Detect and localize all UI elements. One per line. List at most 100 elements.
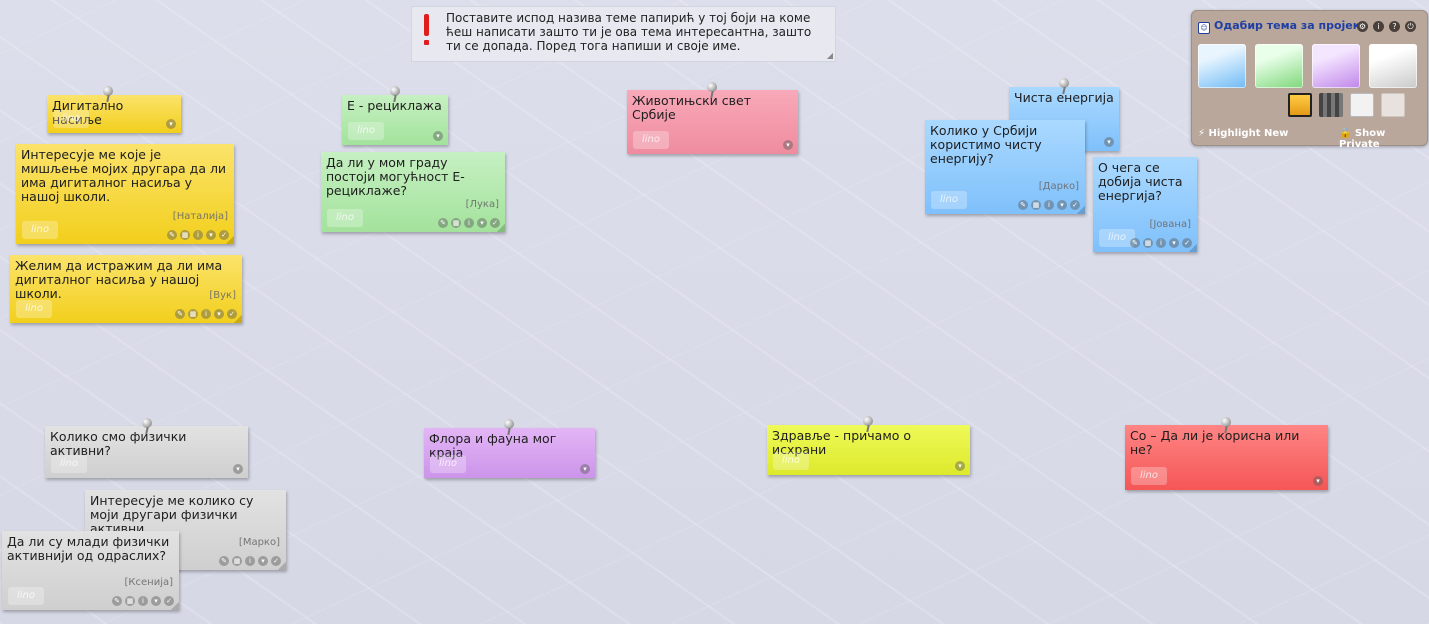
lino-logo-icon: lino	[348, 122, 384, 140]
menu-icon[interactable]: ▾	[477, 218, 487, 228]
resize-corner[interactable]	[226, 236, 234, 244]
info-icon[interactable]: i	[1044, 200, 1054, 210]
green-sticky-swatch[interactable]	[1255, 44, 1303, 88]
note-text: Колико смо физички активни?	[50, 429, 187, 458]
menu-icon[interactable]: ▾	[1057, 200, 1067, 210]
edit-icon[interactable]: ✎	[175, 309, 185, 319]
highlight-new-toggle[interactable]: ⚡ Highlight New	[1198, 128, 1288, 139]
exclamation-icon	[422, 14, 430, 48]
panel-header: ☺ Одабир тема за пројека	[1198, 19, 1368, 34]
sticky-palette-panel[interactable]: ☺ Одабир тема за пројека ⚙ i ? ⏻ ⚡ Highli…	[1191, 10, 1428, 150]
show-private-toggle[interactable]: 🔒 Show Private	[1339, 128, 1427, 150]
info-icon[interactable]: i	[245, 556, 255, 566]
comment-note[interactable]: Колико у Србији користимо чисту енергију…	[925, 120, 1085, 214]
resize-corner[interactable]	[497, 224, 505, 232]
info-icon[interactable]: i	[193, 230, 203, 240]
topic-note-health[interactable]: Здравље - причамо о исхрани lino ▾	[767, 425, 970, 475]
topic-note-flora-fauna[interactable]: Флора и фауна мог краја lino ▾	[424, 428, 595, 478]
info-icon[interactable]: i	[464, 218, 474, 228]
note-text: О чега се добија чиста енергија?	[1098, 160, 1183, 203]
edit-icon[interactable]: ✎	[112, 596, 122, 606]
image-tool-icon[interactable]	[1288, 93, 1312, 117]
instruction-note[interactable]: Поставите испод назива теме папирић у то…	[411, 6, 836, 62]
settings-icon[interactable]: ⚙	[1357, 21, 1368, 32]
pin-icon	[389, 86, 401, 102]
info-icon[interactable]: i	[138, 596, 148, 606]
menu-icon[interactable]: ▾	[1169, 238, 1179, 248]
note-author: [Наталија]	[172, 211, 228, 222]
resize-corner[interactable]	[171, 602, 179, 610]
note-author: [Ксенија]	[124, 577, 174, 588]
topic-note-e-recycling[interactable]: Е - рециклажа lino ▾	[342, 95, 448, 145]
resize-grip-icon[interactable]: ◢	[827, 51, 833, 60]
transparent-note-tool-icon[interactable]	[1381, 93, 1405, 117]
board-smiley-icon[interactable]: ☺	[1198, 22, 1210, 34]
note-text: Желим да истражим да ли има дигиталног н…	[15, 258, 223, 301]
attachment-tool-icon[interactable]	[1350, 93, 1374, 117]
menu-icon[interactable]: ▾	[1104, 137, 1114, 147]
grid-icon[interactable]: ▦	[1031, 200, 1041, 210]
resize-corner[interactable]	[278, 562, 286, 570]
note-author: [Дарко]	[1038, 181, 1079, 192]
lino-logo-icon: lino	[931, 191, 967, 209]
note-text: Колико у Србији користимо чисту енергију…	[930, 123, 1042, 166]
instruction-text: Поставите испод назива теме папирић у то…	[446, 11, 812, 53]
power-icon[interactable]: ⏻	[1405, 21, 1416, 32]
edit-icon[interactable]: ✎	[167, 230, 177, 240]
lino-logo-icon: lino	[1131, 467, 1167, 485]
menu-icon[interactable]: ▾	[258, 556, 268, 566]
edit-icon[interactable]: ✎	[1018, 200, 1028, 210]
canvas-board[interactable]: Поставите испод назива теме папирић у то…	[0, 0, 1429, 624]
resize-corner[interactable]	[1189, 244, 1197, 252]
lino-logo-icon: lino	[22, 221, 58, 239]
menu-icon[interactable]: ▾	[151, 596, 161, 606]
resize-corner[interactable]	[1077, 206, 1085, 214]
menu-icon[interactable]: ▾	[214, 309, 224, 319]
topic-note-salt[interactable]: Со – Да ли је корисна или не? lino ▾	[1125, 425, 1328, 490]
menu-icon[interactable]: ▾	[783, 140, 793, 150]
pin-icon	[102, 86, 114, 102]
menu-icon[interactable]: ▾	[955, 461, 965, 471]
pin-icon	[141, 418, 153, 434]
menu-icon[interactable]: ▾	[206, 230, 216, 240]
menu-icon[interactable]: ▾	[580, 464, 590, 474]
resize-corner[interactable]	[234, 315, 242, 323]
comment-note[interactable]: Да ли у мом граду постоји могућност Е-ре…	[321, 152, 505, 232]
comment-note[interactable]: Желим да истражим да ли има дигиталног н…	[10, 255, 242, 323]
grid-icon[interactable]: ▦	[232, 556, 242, 566]
lino-logo-icon: lino	[430, 455, 466, 473]
edit-icon[interactable]: ✎	[219, 556, 229, 566]
info-icon[interactable]: i	[1156, 238, 1166, 248]
comment-note[interactable]: О чега се добија чиста енергија? [Јована…	[1093, 157, 1197, 252]
menu-icon[interactable]: ▾	[233, 464, 243, 474]
edit-icon[interactable]: ✎	[438, 218, 448, 228]
note-author: [Лука]	[465, 199, 499, 210]
info-icon[interactable]: i	[1373, 21, 1384, 32]
lino-logo-icon: lino	[51, 455, 87, 473]
comment-note[interactable]: Интересује ме које је мишљење мојих друг…	[16, 144, 234, 244]
menu-icon[interactable]: ▾	[1313, 476, 1323, 486]
note-author: [Јована]	[1149, 219, 1191, 230]
info-icon[interactable]: i	[201, 309, 211, 319]
grid-icon[interactable]: ▦	[125, 596, 135, 606]
lino-logo-icon: lino	[327, 209, 363, 227]
comment-note[interactable]: Да ли су млади физички активнији од одра…	[2, 531, 179, 610]
topic-note-digital-violence[interactable]: Дигитално насиље lino ▾	[47, 95, 181, 133]
note-text: Да ли су млади физички активнији од одра…	[7, 534, 170, 563]
menu-icon[interactable]: ▾	[433, 131, 443, 141]
blue-sticky-swatch[interactable]	[1198, 44, 1246, 88]
video-tool-icon[interactable]	[1319, 93, 1343, 117]
help-icon[interactable]: ?	[1389, 21, 1400, 32]
grid-icon[interactable]: ▦	[188, 309, 198, 319]
grid-icon[interactable]: ▦	[180, 230, 190, 240]
grid-icon[interactable]: ▦	[451, 218, 461, 228]
edit-icon[interactable]: ✎	[1130, 238, 1140, 248]
purple-sticky-swatch[interactable]	[1312, 44, 1360, 88]
note-text: Животињски свет Србије	[632, 93, 751, 122]
menu-icon[interactable]: ▾	[166, 119, 176, 129]
pin-icon	[1220, 417, 1232, 433]
note-text: Интересује ме колико су моји другари физ…	[90, 493, 254, 536]
white-sticky-swatch[interactable]	[1369, 44, 1417, 88]
grid-icon[interactable]: ▦	[1143, 238, 1153, 248]
topic-note-animal-world[interactable]: Животињски свет Србије lino ▾	[627, 90, 798, 154]
